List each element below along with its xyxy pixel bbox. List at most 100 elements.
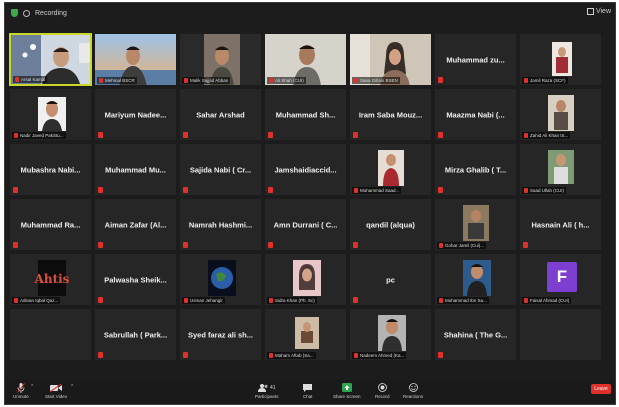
participant-tile[interactable]: Hasnain Ali ( h... [519, 198, 602, 251]
start-video-button[interactable]: Start Video [45, 382, 67, 399]
participant-tile[interactable]: Arsal Kamal [9, 33, 92, 86]
participant-name: qandil (alqua) [366, 220, 415, 229]
participant-tile[interactable]: Muhammad Ibn Sa... [434, 253, 517, 306]
participant-name-label: Adinan Iqbal Qaz... [12, 297, 61, 304]
participant-tile[interactable]: Muhammad Mu... [94, 143, 177, 196]
participant-tile[interactable]: Ahtis Adinan Iqbal Qaz... [9, 253, 92, 306]
muted-mic-icon [353, 242, 358, 248]
muted-mic-icon [98, 352, 103, 358]
participant-tile[interactable]: Mirza Ghalib ( T... [434, 143, 517, 196]
audio-options-chevron-icon[interactable]: ^ [31, 384, 33, 390]
camera-icon [50, 382, 63, 393]
view-button[interactable]: View [586, 8, 611, 15]
unmute-button[interactable]: Unmute [13, 382, 29, 399]
participants-label: Participants [255, 394, 279, 399]
participant-tile[interactable]: Muhammad Sh... [264, 88, 347, 141]
participant-name: Mariyum Nadee... [104, 110, 167, 119]
muted-mic-icon [353, 297, 358, 303]
participant-tile[interactable]: Palwasha Sheik... [94, 253, 177, 306]
leave-button[interactable]: Leave [591, 384, 611, 394]
participant-tile[interactable]: F Faisal Ahmad (CUI) [519, 253, 602, 306]
participant-tile[interactable]: Jamil Raza (SCF) [519, 33, 602, 86]
participant-tile[interactable]: Syed faraz ali sh... [179, 308, 262, 361]
participant-name-label: Muhammad Ibn Sa... [437, 297, 489, 304]
participant-name: Sajida Nabi ( Cr... [189, 165, 252, 174]
participant-tile[interactable]: Sahar Arshad [179, 88, 262, 141]
participant-name-label: Saad Ullah (CUI) [522, 187, 567, 194]
muted-mic-icon [183, 132, 188, 138]
meeting-toolbar: Unmute ^ Start Video ^ 41 Participants C… [5, 380, 615, 404]
participant-name-label: Gohar Jamil (Cui)... [437, 242, 487, 249]
muted-mic-icon [98, 242, 103, 248]
participant-tile[interactable]: Ali Shah (CUI) [264, 33, 347, 86]
participant-name: Aiman Zafar (Al... [104, 220, 167, 229]
muted-mic-icon [268, 132, 273, 138]
participant-name-label: Zahid Ali Khan IS... [522, 132, 571, 139]
participant-tile[interactable]: Malik Sajjad Abbas [179, 33, 262, 86]
participant-name-label: Malik Sajjad Abbas [182, 77, 231, 84]
participant-tile[interactable]: Sana Gillani BSEN [349, 33, 432, 86]
participant-tile[interactable]: Sidra Khan (Ph. Sc) [264, 253, 347, 306]
participant-tile[interactable]: Sabrullah ( Park... [94, 308, 177, 361]
participant-tile[interactable]: Muhammad Saad... [349, 143, 432, 196]
record-button[interactable]: Record [375, 382, 390, 399]
info-icon[interactable] [23, 9, 30, 17]
participant-tile[interactable]: qandil (alqua) [349, 198, 432, 251]
participants-icon: 41 [257, 382, 276, 393]
muted-mic-icon [13, 187, 18, 193]
participant-tile[interactable]: Namrah Hashmi... [179, 198, 262, 251]
logo-image: Ahtis [34, 272, 70, 286]
participant-name-label: Ali Shah (CUI) [267, 77, 306, 84]
reactions-label: Reactions [403, 394, 424, 399]
record-label: Record [375, 394, 390, 399]
participant-tile[interactable]: Mehmal BSCR [94, 33, 177, 86]
muted-mic-icon [98, 297, 103, 303]
participant-name: Syed faraz ali sh... [187, 330, 254, 339]
participant-tile[interactable]: Nadeem Ahmed (Ka... [349, 308, 432, 361]
participant-tile[interactable]: pc [349, 253, 432, 306]
participant-tile[interactable]: Jamshaidiaccid... [264, 143, 347, 196]
share-screen-button[interactable]: Share Screen [333, 382, 361, 399]
participant-tile[interactable]: Aiman Zafar (Al... [94, 198, 177, 251]
top-bar: Recording View [5, 3, 615, 23]
video-options-chevron-icon[interactable]: ^ [71, 384, 73, 390]
participants-button[interactable]: 41 Participants [255, 382, 279, 399]
participant-name-label: Sana Gillani BSEN [352, 77, 400, 84]
participant-tile[interactable]: Muhammad Ra... [9, 198, 92, 251]
participants-count: 41 [269, 384, 276, 391]
participant-tile[interactable]: Mariyum Nadee... [94, 88, 177, 141]
participant-name-label: Muhammad Saad... [352, 187, 402, 194]
participant-tile[interactable]: Maham Aftab (Sa... [264, 308, 347, 361]
participant-name-label: Nadir Javed PakStu... [12, 132, 66, 139]
participant-name: Jamshaidiaccid... [274, 165, 337, 174]
muted-mic-icon [268, 187, 273, 193]
participant-name: Hasnain Ali ( h... [531, 220, 590, 229]
participant-tile[interactable]: Muhammad zu... [434, 33, 517, 86]
participant-name: Mirza Ghalib ( T... [444, 165, 507, 174]
participant-tile[interactable]: Gohar Jamil (Cui)... [434, 198, 517, 251]
share-screen-icon [341, 382, 352, 393]
participant-tile[interactable]: Maazma Nabi (... [434, 88, 517, 141]
reactions-button[interactable]: Reactions [403, 382, 423, 399]
participant-name-label: Sidra Khan (Ph. Sc) [267, 297, 317, 304]
muted-mic-icon [183, 242, 188, 248]
chat-button[interactable]: Chat [303, 382, 313, 399]
security-shield-icon[interactable] [11, 9, 18, 17]
participant-tile[interactable]: Shahina ( The G... [434, 308, 517, 361]
participant-tile[interactable]: Iram Saba Mouz... [349, 88, 432, 141]
record-icon [377, 382, 387, 393]
participant-tile[interactable]: Saad Ullah (CUI) [519, 143, 602, 196]
participant-name: Muhammad zu... [446, 55, 505, 64]
participant-tile[interactable]: Sajida Nabi ( Cr... [179, 143, 262, 196]
participant-name: Muhammad Ra... [20, 220, 81, 229]
participant-tile[interactable]: Amn Durrani ( C... [264, 198, 347, 251]
participant-tile[interactable]: Nadir Javed PakStu... [9, 88, 92, 141]
muted-mic-icon [438, 187, 443, 193]
muted-mic-icon [98, 132, 103, 138]
participant-tile[interactable]: Mubashra Nabi... [9, 143, 92, 196]
participant-name: Muhammad Mu... [105, 165, 166, 174]
participant-name-label: Arsal Kamal [13, 76, 48, 83]
participant-tile[interactable]: Usman Jehangir [179, 253, 262, 306]
participant-tile[interactable]: Zahid Ali Khan IS... [519, 88, 602, 141]
chat-label: Chat [303, 394, 313, 399]
